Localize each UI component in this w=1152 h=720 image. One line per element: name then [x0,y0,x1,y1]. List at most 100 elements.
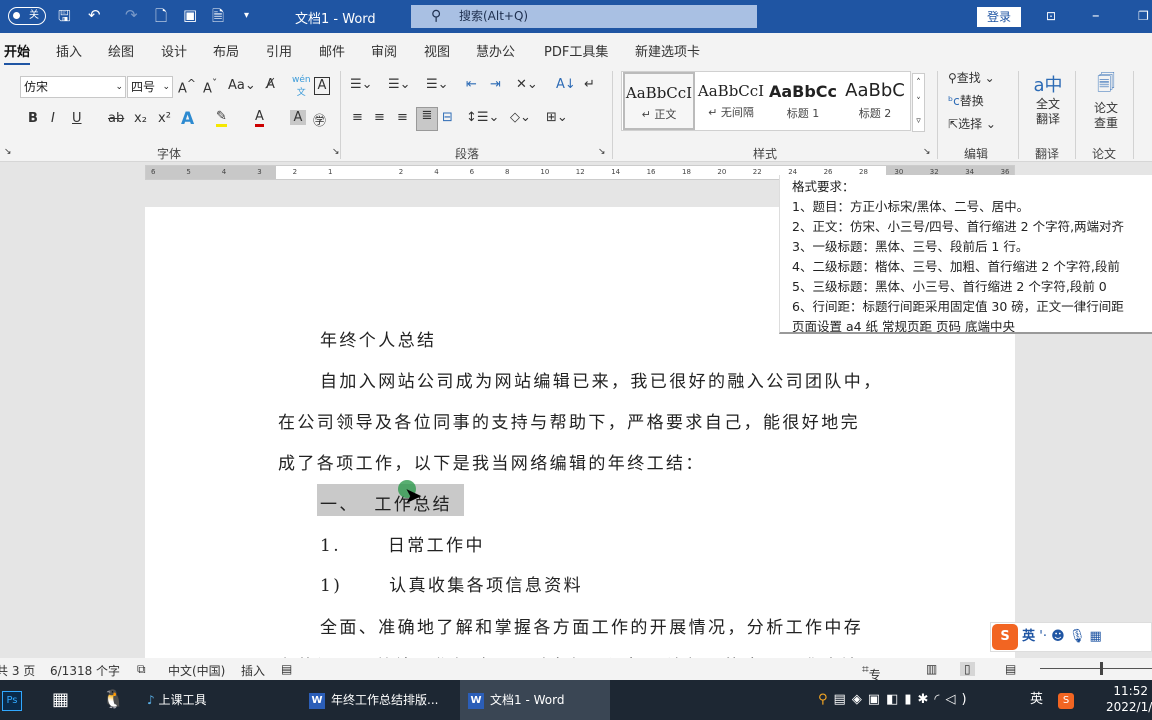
ribbon-display-icon[interactable]: ⊡ [1046,9,1056,23]
bullets-icon[interactable]: ☰⌄ [350,77,373,92]
tab-pdf-tools[interactable]: PDF工具集 [544,41,608,60]
find-button[interactable]: ⚲查找 ⌄ [948,69,995,86]
taskbar-app[interactable]: ♪ 上课工具 [145,680,295,720]
increase-indent-icon[interactable]: ⇥ [490,77,501,92]
tab-home[interactable]: 开始 [4,41,31,66]
language-status[interactable]: 中文(中国) [168,662,225,679]
underline-icon[interactable]: U [72,111,82,126]
punctuation-icon[interactable]: '· [1039,629,1047,644]
char-border-icon[interactable]: A [314,77,330,95]
justify-icon[interactable]: ≣ [416,107,438,131]
autosave-toggle[interactable]: 关 [8,7,46,25]
qq-icon[interactable]: 🐧 [102,680,124,720]
tab-mailings[interactable]: 邮件 [319,41,345,60]
dialog-launcher-icon[interactable]: ↘ [4,147,12,157]
sogou-tray-icon[interactable]: S [1058,680,1074,720]
taskbar-app[interactable]: W 年终工作总结排版... [305,680,455,720]
superscript-icon[interactable]: x² [158,111,171,126]
numbering-icon[interactable]: ☰⌄ [388,77,411,92]
font-name-select[interactable]: 仿宋 ⌄ [20,76,126,98]
doc-paragraph-line[interactable]: 全面、准确地了解和掌握各方面工作的开展情况，分析工作中存 [320,613,863,638]
keyboard-icon[interactable]: ▦ [1090,629,1102,644]
multilevel-list-icon[interactable]: ☰⌄ [426,77,449,92]
full-translate-button[interactable]: a中 全文翻译 [1030,71,1066,127]
insert-mode[interactable]: 插入 [241,662,265,679]
print-preview-icon[interactable]: 🗎 [212,6,224,31]
style-heading-2[interactable]: AaBbC 标题 2 [839,72,911,130]
save-icon[interactable]: 🖫 [58,6,71,31]
ime-toolbar[interactable]: S 英 '· ☻ 🎙 ▦ [990,622,1152,652]
replace-button[interactable]: ᵇc替换 [948,92,984,109]
subscript-icon[interactable]: x₂ [134,111,147,126]
tab-insert[interactable]: 插入 [56,41,82,60]
macro-icon[interactable]: ▤ [281,662,292,676]
doc-title[interactable]: 年终个人总结 [320,326,436,351]
borders-icon[interactable]: ⊞⌄ [546,110,568,125]
styles-scroll-icon[interactable]: ˄ ˅ ▿ [912,73,925,132]
sort-icon[interactable]: A↓ [556,77,576,92]
ime-lang[interactable]: 英 [1022,629,1035,644]
tab-design[interactable]: 设计 [161,41,187,60]
taskbar-app-active[interactable]: W 文档1 - Word [460,680,610,720]
page-count[interactable]: 共 3 页 [0,662,35,679]
photoshop-icon[interactable]: Ps [2,680,22,720]
customize-toolbar-icon[interactable]: ▾ [244,10,249,21]
decrease-indent-icon[interactable]: ⇤ [466,77,477,92]
clear-format-icon[interactable]: A̸ [266,77,275,92]
change-case-icon[interactable]: Aa⌄ [228,78,256,93]
tab-layout[interactable]: 布局 [213,41,239,60]
voice-icon[interactable]: 🎙 [1069,629,1086,644]
doc-paragraph-line[interactable]: 在公司领导及各位同事的支持与帮助下，严格要求自己，能很好地完 [278,408,860,433]
grow-font-icon[interactable]: A^ [178,77,196,96]
print-layout-icon[interactable]: ▯ [960,662,975,676]
doc-heading-1[interactable]: 一、 工作总结 [320,490,452,515]
present-icon[interactable]: ▣ [183,6,197,24]
text-effects-icon[interactable]: A [181,109,194,129]
login-button[interactable]: 登录 [977,7,1021,27]
line-spacing-icon[interactable]: ↕☰⌄ [466,110,499,125]
font-color-icon[interactable]: A [255,109,264,127]
italic-icon[interactable]: I [51,111,55,126]
align-right-icon[interactable]: ≡ [397,110,408,125]
tab-huibangong[interactable]: 慧办公 [476,41,515,60]
select-button[interactable]: ⇱选择 ⌄ [948,115,996,132]
style-normal[interactable]: AaBbCcI ↵ 正文 [623,72,695,130]
redo-icon[interactable]: ↷ [125,6,138,24]
tab-references[interactable]: 引用 [266,41,292,60]
distributed-icon[interactable]: ⊟ [442,110,453,125]
emoji-icon[interactable]: ☻ [1051,629,1065,644]
shading-icon[interactable]: ◇⌄ [510,110,531,125]
paragraph-dialog-launcher-icon[interactable]: ↘ [598,147,606,157]
clock[interactable]: 11:52 2022/1/7 [1106,680,1152,720]
doc-heading-3[interactable]: 1) 认真收集各项信息资料 [320,571,583,596]
font-size-select[interactable]: 四号 ⌄ [127,76,173,98]
restore-icon[interactable]: ❐ [1138,9,1149,23]
enclose-char-icon[interactable]: ㊫ [313,110,326,129]
styles-dialog-launcher-icon[interactable]: ↘ [923,147,931,157]
search-box[interactable]: ⚲ 搜索(Alt+Q) [411,5,757,28]
phonetic-guide-icon[interactable]: wén 文 [292,75,311,98]
doc-paragraph-line[interactable]: 成了各项工作，以下是我当网络编辑的年终工结： [278,449,705,474]
paper-check-button[interactable]: 🗐 论文查重 [1088,71,1124,131]
tab-new-tab[interactable]: 新建选项卡 [635,41,700,60]
shrink-font-icon[interactable]: Aˇ [203,77,217,96]
highlight-icon[interactable]: ✎ [216,109,227,127]
align-left-icon[interactable]: ≡ [352,110,363,125]
system-tray[interactable]: ⚲▤◈▣◧▮✱◜◁) [818,680,973,720]
style-no-spacing[interactable]: AaBbCcI ↵ 无间隔 [695,72,767,130]
show-marks-icon[interactable]: ↵ [584,77,595,92]
zoom-slider[interactable] [1040,668,1152,669]
doc-paragraph-line[interactable]: 自加入网站公司成为网站编辑已来，我已很好的融入公司团队中， [320,367,883,392]
bold-icon[interactable]: B [28,111,38,126]
doc-heading-2[interactable]: 1. 日常工作中 [320,531,485,556]
focus-mode-button[interactable]: ⌗ 专注 [862,662,881,699]
tray-ime[interactable]: 英 [1030,680,1043,720]
new-doc-icon[interactable]: 🗋 [155,6,167,31]
tab-draw[interactable]: 绘图 [108,41,134,60]
word-count[interactable]: 6/1318 个字 [50,662,120,679]
zoom-slider-thumb[interactable] [1100,662,1103,675]
winrar-icon[interactable]: ▦ [52,680,69,720]
asian-layout-icon[interactable]: ✕⌄ [516,77,538,92]
undo-icon[interactable]: ↶ [88,6,101,24]
proofing-icon[interactable]: ⧉ [137,662,146,677]
